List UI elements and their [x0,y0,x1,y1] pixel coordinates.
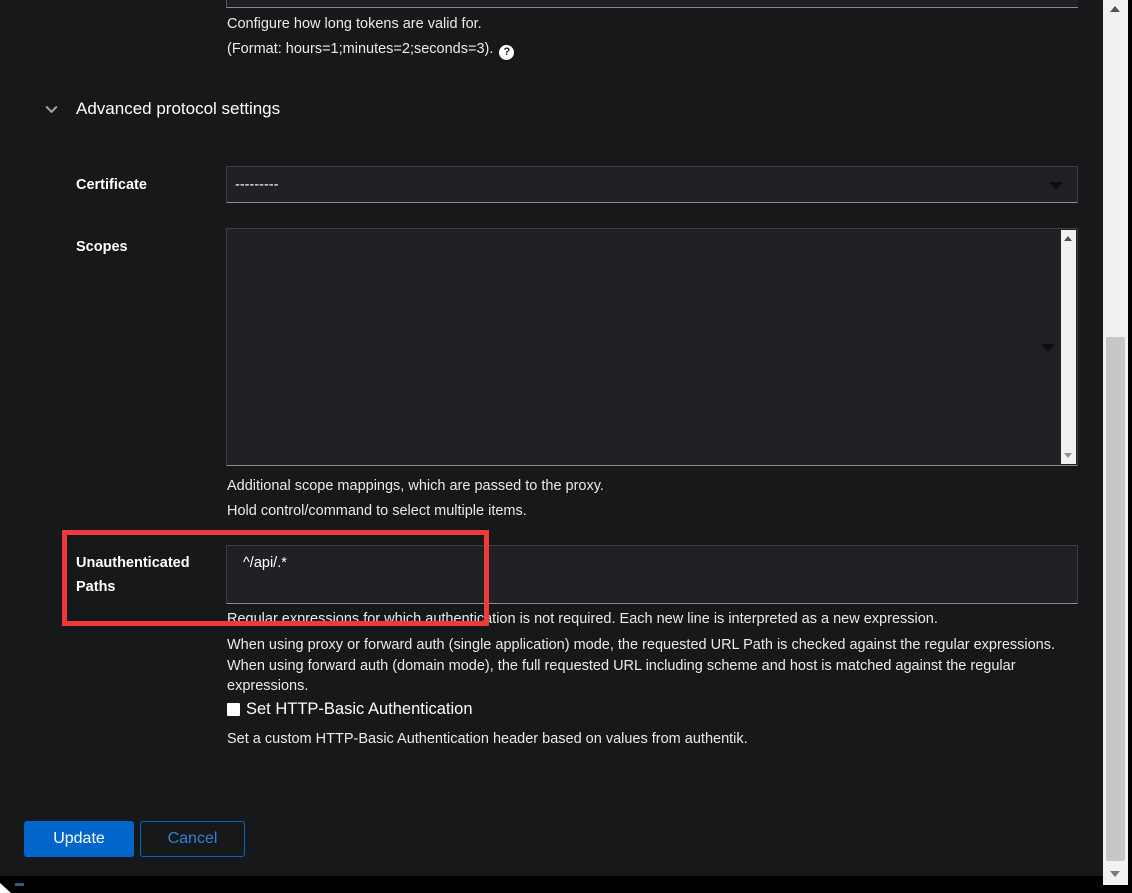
basic-auth-row: Set HTTP-Basic Authentication [227,700,473,719]
window-corner-artifact [0,883,11,893]
screenshot-root: Configure how long tokens are valid for.… [0,0,1132,893]
advanced-settings-toggle[interactable]: Advanced protocol settings [44,99,280,119]
token-validity-help-line2-row: (Format: hours=1;minutes=2;seconds=3).? [227,40,514,60]
scopes-help-line1: Additional scope mappings, which are pas… [227,477,604,496]
scrollbar-down-icon[interactable] [1064,453,1072,458]
scrollbar-down-icon[interactable] [1110,871,1120,877]
basic-auth-label[interactable]: Set HTTP-Basic Authentication [246,700,473,719]
token-validity-input-remnant[interactable] [226,0,1078,8]
unauthenticated-paths-label: Unauthenticated Paths [76,551,221,599]
scopes-scrollbar[interactable] [1061,230,1076,464]
certificate-select[interactable]: --------- [226,166,1078,203]
scopes-help-line2: Hold control/command to select multiple … [227,502,527,521]
certificate-selected-value: --------- [235,177,278,193]
scrollbar-up-icon[interactable] [1064,236,1072,241]
section-title: Advanced protocol settings [76,99,280,119]
page-scrollbar[interactable] [1103,0,1128,885]
select-caret-icon [1049,182,1063,190]
basic-auth-checkbox[interactable] [227,703,240,716]
update-button[interactable]: Update [24,821,134,857]
scrollbar-up-icon[interactable] [1110,6,1120,12]
select-caret-icon [1041,344,1055,352]
unauthenticated-paths-help-line1: Regular expressions for which authentica… [227,610,938,629]
scopes-multiselect[interactable] [226,228,1078,466]
unauthenticated-paths-textarea[interactable]: ^/api/.* [226,545,1078,604]
scrollbar-thumb[interactable] [1106,337,1125,861]
form-page: Configure how long tokens are valid for.… [0,0,1103,876]
cancel-button[interactable]: Cancel [140,821,245,857]
chevron-down-icon [44,102,59,117]
token-validity-help-line2: (Format: hours=1;minutes=2;seconds=3). [227,41,493,57]
question-mark-icon[interactable]: ? [499,45,514,60]
window-corner-dash-artifact [15,883,24,886]
basic-auth-help: Set a custom HTTP-Basic Authentication h… [227,730,748,749]
token-validity-help-line1: Configure how long tokens are valid for. [227,15,482,34]
scopes-label: Scopes [76,236,128,259]
unauthenticated-paths-help-line2: When using proxy or forward auth (single… [227,635,1061,697]
certificate-label: Certificate [76,174,147,197]
